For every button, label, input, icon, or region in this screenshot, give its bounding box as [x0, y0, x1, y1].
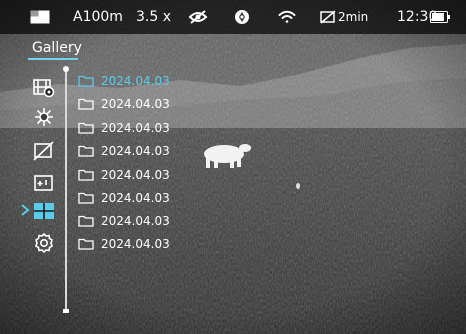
screen-mode-icon	[30, 0, 50, 34]
folder-label: 2024.04.03	[101, 237, 170, 251]
folder-icon	[78, 215, 94, 227]
folder-icon	[78, 122, 94, 134]
range-readout: A100m	[73, 9, 123, 25]
folder-label: 2024.04.03	[101, 74, 170, 88]
scrollbar-track[interactable]	[65, 70, 67, 312]
folder-item-4[interactable]: 2024.04.03	[78, 142, 170, 160]
folder-icon	[78, 75, 94, 87]
eye-off-icon	[188, 0, 208, 34]
folder-icon	[78, 192, 94, 204]
wifi-icon	[278, 0, 296, 34]
folder-icon	[78, 169, 94, 181]
brightness-icon[interactable]	[32, 106, 56, 128]
scrollbar-end	[63, 309, 69, 313]
folder-label: 2024.04.03	[101, 144, 170, 158]
folder-item-8[interactable]: 2024.04.03	[78, 235, 170, 253]
folder-item-1[interactable]: 2024.04.03	[78, 72, 170, 90]
status-bar: A100m 3.5 x 2min 12:30	[0, 0, 466, 34]
folder-item-3[interactable]: 2024.04.03	[78, 119, 170, 137]
zoom-readout: 3.5 x	[136, 9, 171, 25]
folder-icon	[78, 98, 94, 110]
gallery-title: Gallery	[32, 40, 82, 56]
gallery-title-underline	[28, 58, 78, 60]
battery-icon	[430, 0, 450, 34]
folder-label: 2024.04.03	[101, 214, 170, 228]
folder-label: 2024.04.03	[101, 168, 170, 182]
folder-item-7[interactable]: 2024.04.03	[78, 212, 170, 230]
scrollbar-thumb[interactable]	[63, 66, 69, 72]
folder-icon	[78, 238, 94, 250]
display-off-icon[interactable]	[32, 140, 56, 162]
folder-item-2[interactable]: 2024.04.03	[78, 95, 170, 113]
selection-arrow-icon	[21, 204, 30, 216]
folder-label: 2024.04.03	[101, 121, 170, 135]
folder-label: 2024.04.03	[101, 191, 170, 205]
settings-icon[interactable]	[32, 232, 56, 254]
thermal-scope-screen: A100m 3.5 x 2min 12:30 Gallery 2024.04.0…	[0, 0, 466, 334]
recording-timer: 2min	[338, 10, 369, 24]
folder-label: 2024.04.03	[101, 97, 170, 111]
video-photo-icon[interactable]	[32, 77, 56, 99]
recording-timer-icon	[320, 0, 336, 34]
shutter-icon	[234, 0, 250, 34]
folder-icon	[78, 145, 94, 157]
folder-item-6[interactable]: 2024.04.03	[78, 189, 170, 207]
gallery-menu-icon[interactable]	[32, 200, 56, 222]
zoom-icon[interactable]	[32, 172, 56, 194]
folder-item-5[interactable]: 2024.04.03	[78, 166, 170, 184]
